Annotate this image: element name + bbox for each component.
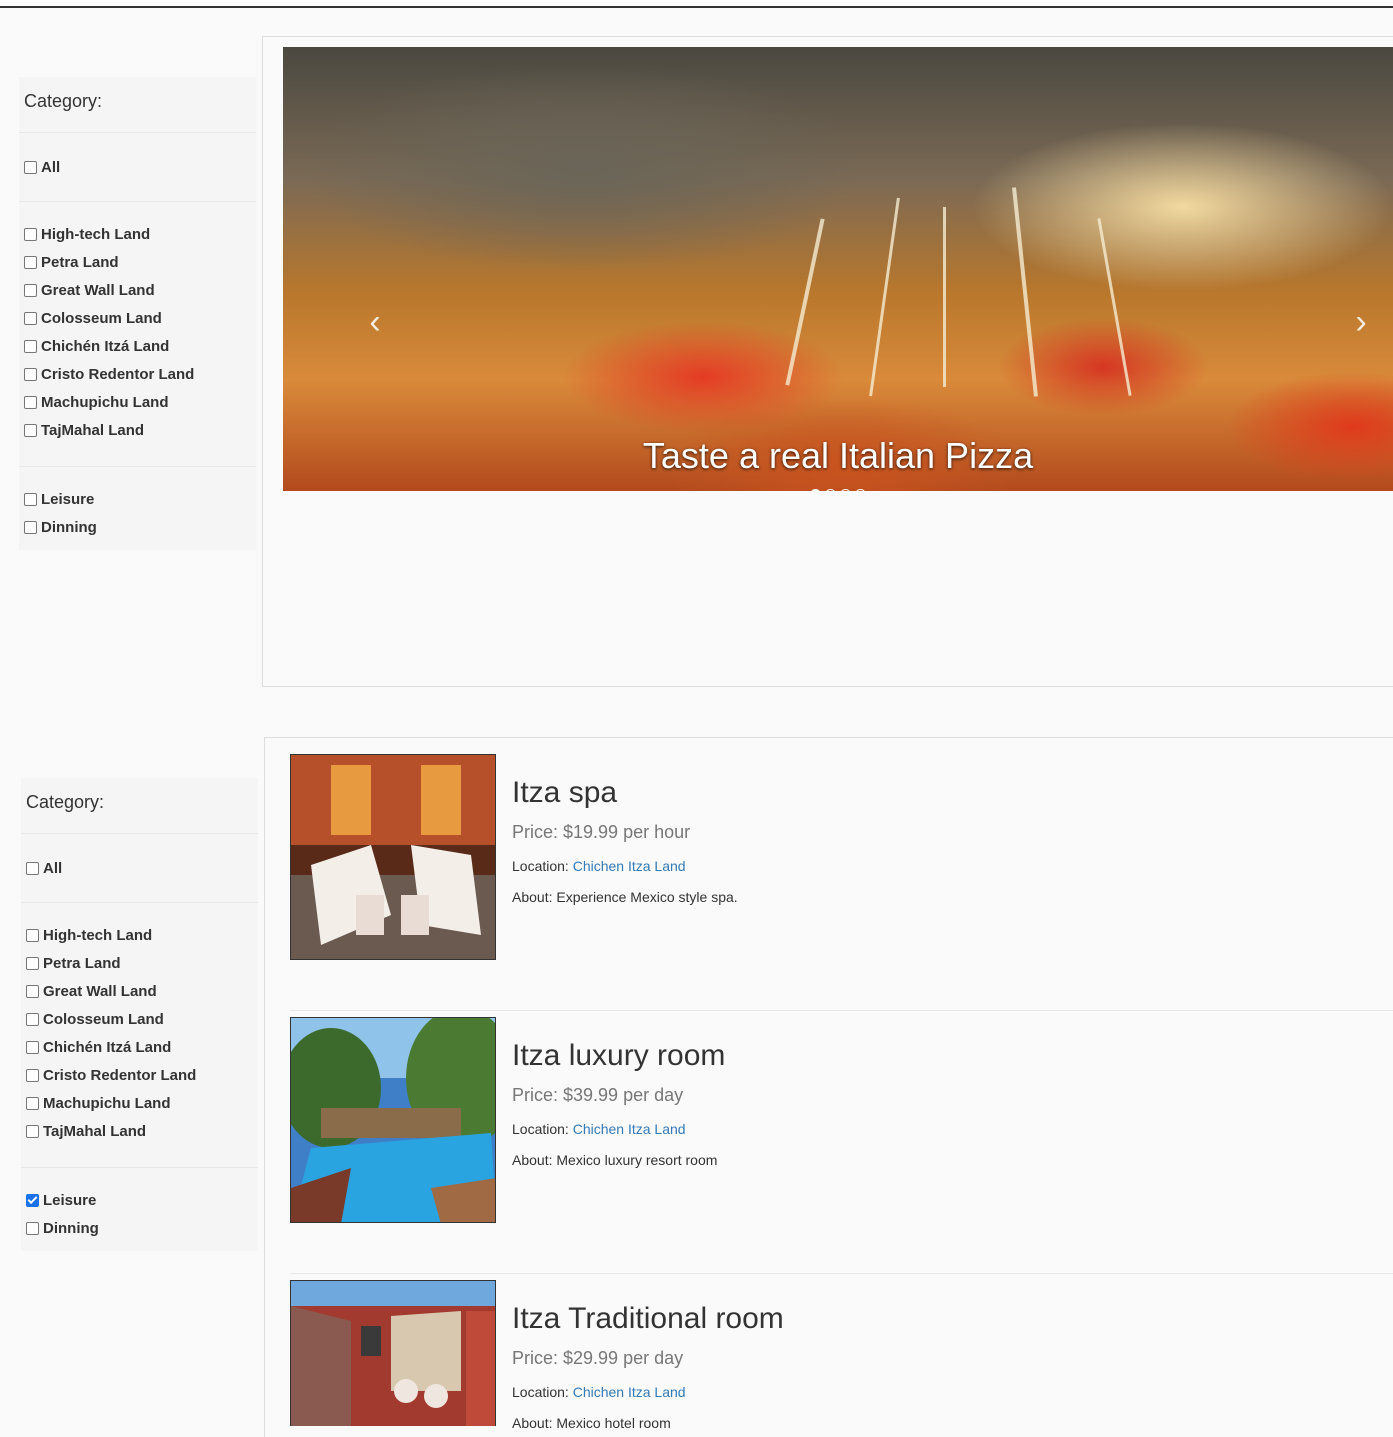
checkbox-box[interactable] xyxy=(24,492,37,506)
category-title: Category: xyxy=(21,778,258,834)
checkbox-box[interactable] xyxy=(24,367,37,381)
item-location: Location: Chichen Itza Land xyxy=(512,858,686,874)
category-group-types: Leisure Dinning xyxy=(19,467,256,559)
checkbox-box[interactable] xyxy=(26,956,39,970)
chevron-right-icon[interactable]: › xyxy=(1349,302,1373,342)
checkbox-box[interactable] xyxy=(24,160,37,174)
carousel-indicator[interactable] xyxy=(825,489,836,491)
category-leisure-checkbox[interactable]: Leisure xyxy=(24,485,251,513)
checkbox-box[interactable] xyxy=(26,1012,39,1026)
item-about: About: Mexico hotel room xyxy=(512,1415,671,1431)
checkbox-box[interactable] xyxy=(24,395,37,409)
category-all-checkbox[interactable]: All xyxy=(24,153,251,181)
chevron-left-icon[interactable]: ‹ xyxy=(363,302,387,342)
category-group-types: Leisure Dinning xyxy=(21,1168,258,1260)
category-land-checkbox[interactable]: Cristo Redentor Land xyxy=(24,360,251,388)
category-dinning-checkbox[interactable]: Dinning xyxy=(24,513,251,541)
item-title: Itza spa xyxy=(512,776,618,809)
category-land-checkbox[interactable]: Colosseum Land xyxy=(24,304,251,332)
checkbox-box[interactable] xyxy=(24,339,37,353)
item-price: Price: $39.99 per day xyxy=(512,1085,684,1105)
category-sidebar-bottom: Category: All High-tech Land Petra Land … xyxy=(21,778,258,1251)
category-group-lands: High-tech Land Petra Land Great Wall Lan… xyxy=(19,202,256,467)
checkbox-box[interactable] xyxy=(24,311,37,325)
item-location: Location: Chichen Itza Land xyxy=(512,1384,686,1400)
item-location: Location: Chichen Itza Land xyxy=(512,1121,686,1137)
category-all-checkbox[interactable]: All xyxy=(26,854,253,882)
pizza-slide-image xyxy=(283,47,1393,491)
category-land-checkbox[interactable]: TajMahal Land xyxy=(24,416,251,444)
hotel-courtyard-image[interactable] xyxy=(290,1280,496,1426)
checkbox-box[interactable] xyxy=(26,1040,39,1054)
category-group-all: All xyxy=(19,133,256,202)
checkbox-box[interactable] xyxy=(26,984,39,998)
carousel-indicator[interactable] xyxy=(810,489,821,491)
category-land-checkbox[interactable]: Chichén Itzá Land xyxy=(26,1033,253,1061)
checkbox-box[interactable] xyxy=(26,928,39,942)
checkbox-box[interactable] xyxy=(24,520,37,534)
category-group-lands: High-tech Land Petra Land Great Wall Lan… xyxy=(21,903,258,1168)
list-divider xyxy=(290,1273,1393,1274)
category-land-checkbox[interactable]: Great Wall Land xyxy=(24,276,251,304)
carousel-indicator[interactable] xyxy=(855,489,866,491)
category-land-checkbox[interactable]: Petra Land xyxy=(24,248,251,276)
location-link[interactable]: Chichen Itza Land xyxy=(573,858,686,874)
carousel-caption: Taste a real Italian Pizza xyxy=(642,435,1034,476)
list-item: Itza spa Price: $19.99 per hour Location… xyxy=(290,754,1393,964)
category-sidebar-top: Category: All High-tech Land Petra Land … xyxy=(19,77,256,550)
checkbox-box[interactable] xyxy=(24,227,37,241)
image-carousel[interactable]: ‹ › Taste a real Italian Pizza xyxy=(283,47,1393,491)
checkbox-box[interactable] xyxy=(26,1124,39,1138)
list-divider xyxy=(290,1010,1393,1011)
checkbox-box[interactable] xyxy=(26,1068,39,1082)
list-item: Itza luxury room Price: $39.99 per day L… xyxy=(290,1017,1393,1227)
top-border xyxy=(0,0,1393,8)
category-land-checkbox[interactable]: Cristo Redentor Land xyxy=(26,1061,253,1089)
cheese-strand xyxy=(943,207,946,387)
checkbox-box[interactable] xyxy=(26,861,39,875)
category-land-checkbox[interactable]: Chichén Itzá Land xyxy=(24,332,251,360)
category-title: Category: xyxy=(19,77,256,133)
item-about: About: Mexico luxury resort room xyxy=(512,1152,718,1168)
category-dinning-checkbox[interactable]: Dinning xyxy=(26,1214,253,1242)
category-land-checkbox[interactable]: Petra Land xyxy=(26,949,253,977)
checkbox-box[interactable] xyxy=(26,1221,39,1235)
category-land-checkbox[interactable]: Machupichu Land xyxy=(26,1089,253,1117)
category-land-checkbox[interactable]: Machupichu Land xyxy=(24,388,251,416)
category-leisure-checkbox[interactable]: Leisure xyxy=(26,1186,253,1214)
item-price: Price: $29.99 per day xyxy=(512,1348,684,1368)
checkbox-box[interactable] xyxy=(24,255,37,269)
item-about: About: Experience Mexico style spa. xyxy=(512,889,738,905)
carousel-indicators xyxy=(283,489,1393,491)
category-group-all: All xyxy=(21,834,258,903)
checkbox-box[interactable] xyxy=(26,1096,39,1110)
spa-image[interactable] xyxy=(290,754,496,960)
location-link[interactable]: Chichen Itza Land xyxy=(573,1121,686,1137)
item-price: Price: $19.99 per hour xyxy=(512,822,691,842)
carousel-indicator[interactable] xyxy=(840,489,851,491)
category-land-checkbox[interactable]: Great Wall Land xyxy=(26,977,253,1005)
checkbox-box-checked[interactable] xyxy=(26,1193,39,1207)
list-item: Itza Traditional room Price: $29.99 per … xyxy=(290,1280,1393,1431)
checkbox-box[interactable] xyxy=(24,283,37,297)
checkbox-box[interactable] xyxy=(24,423,37,437)
resort-pool-image[interactable] xyxy=(290,1017,496,1223)
category-land-checkbox[interactable]: TajMahal Land xyxy=(26,1117,253,1145)
location-link[interactable]: Chichen Itza Land xyxy=(573,1384,686,1400)
item-title: Itza luxury room xyxy=(512,1039,726,1072)
item-title: Itza Traditional room xyxy=(512,1302,784,1335)
category-land-checkbox[interactable]: Colosseum Land xyxy=(26,1005,253,1033)
category-land-checkbox[interactable]: High-tech Land xyxy=(24,220,251,248)
category-land-checkbox[interactable]: High-tech Land xyxy=(26,921,253,949)
